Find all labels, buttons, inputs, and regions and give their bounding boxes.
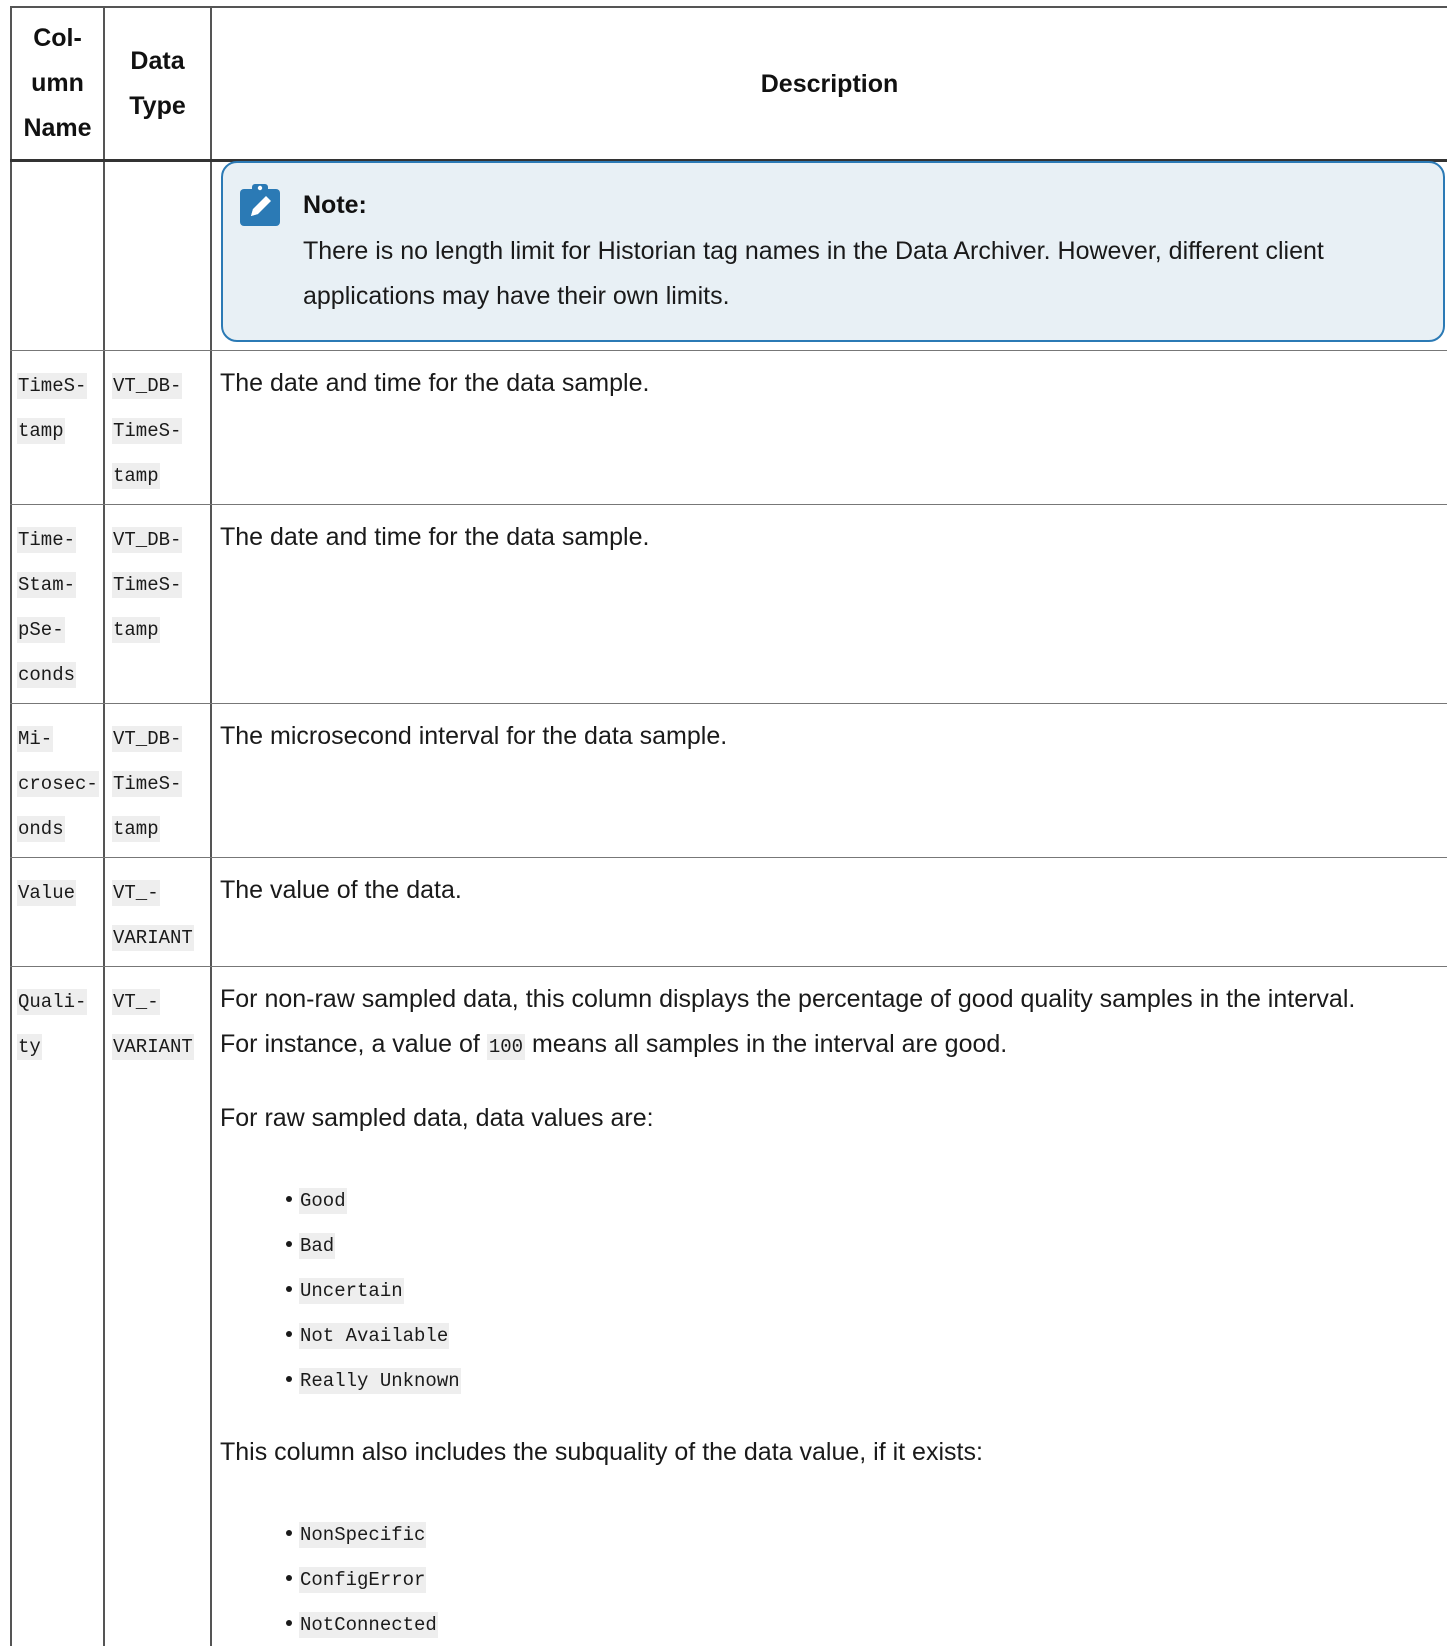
data-type-text: TimeS- [112, 771, 183, 797]
note-callout: Note: There is no length limit for Histo… [221, 161, 1445, 342]
data-type-cell: VT_- VARIANT [112, 980, 194, 1070]
data-type-text: tamp [112, 463, 160, 489]
header-text-line: Name [23, 114, 92, 142]
column-name-text: onds [17, 816, 65, 842]
list-item: ConfigError [220, 1558, 1445, 1603]
list-item: Good [220, 1179, 1445, 1224]
raw-values-intro: For raw sampled data, data values are: [220, 1104, 654, 1132]
row-divider [10, 703, 1447, 704]
data-type-text: TimeS- [112, 418, 183, 444]
data-type-text: VT_- [112, 989, 160, 1015]
column-name-cell: Time- Stam- pSe- conds [17, 518, 77, 698]
document-page: Col- umn Name Data Type Description Note… [0, 0, 1447, 1646]
description-text: The date and time for the data sample. [220, 369, 650, 397]
list-item: Bad [220, 1224, 1445, 1269]
note-title: Note: [303, 191, 367, 219]
column-name-text: Quali- [17, 989, 88, 1015]
column-name-text: ty [17, 1034, 42, 1060]
header-text-line: Description [760, 70, 899, 98]
list-item: NotConnected [220, 1603, 1445, 1646]
column-name-text: Time- [17, 527, 77, 553]
data-type-text: tamp [112, 816, 160, 842]
data-type-cell: VT_- VARIANT [112, 871, 194, 961]
table-border-top [10, 6, 1447, 8]
row-divider [10, 966, 1447, 967]
description-cell: The microsecond interval for the data sa… [220, 714, 1440, 759]
description-text: For instance, a value of 100 means all s… [220, 1022, 1445, 1070]
description-cell: The date and time for the data sample. [220, 515, 1440, 560]
list-item-text: NotConnected [299, 1612, 438, 1638]
list-item-text: Bad [299, 1233, 336, 1259]
description-cell: The date and time for the data sample. [220, 361, 1440, 406]
header-data-type: Data Type [105, 39, 210, 129]
table-divider-col2 [210, 7, 212, 1646]
header-column-name: Col- umn Name [12, 16, 103, 151]
table-divider-col1 [103, 7, 105, 1646]
description-text: The microsecond interval for the data sa… [220, 722, 728, 750]
list-item: NonSpecific [220, 1513, 1445, 1558]
data-type-text: VT_DB- [112, 373, 183, 399]
column-name-cell: Quali- ty [17, 980, 88, 1070]
raw-values-list: Good Bad Uncertain Not Available Really … [220, 1179, 1445, 1404]
list-item-text: ConfigError [299, 1567, 427, 1593]
list-item: Not Available [220, 1314, 1445, 1359]
data-type-text: VT_- [112, 880, 160, 906]
column-name-text: tamp [17, 418, 65, 444]
data-type-cell: VT_DB- TimeS- tamp [112, 364, 183, 499]
data-type-text: VT_DB- [112, 527, 183, 553]
column-name-text: conds [17, 662, 77, 688]
description-text-part: For instance, a value of [220, 1030, 487, 1058]
subquality-list: NonSpecific ConfigError NotConnected [220, 1513, 1445, 1646]
description-cell: The value of the data. [220, 868, 1440, 913]
column-name-cell: Mi- crosec- onds [17, 717, 99, 852]
data-type-text: VARIANT [112, 1034, 194, 1060]
description-text: The date and time for the data sample. [220, 523, 650, 551]
column-name-text: Stam- [17, 572, 77, 598]
data-type-text: tamp [112, 617, 160, 643]
description-cell: For non-raw sampled data, this column di… [220, 977, 1445, 1646]
row-divider [10, 350, 1447, 351]
row-divider [10, 857, 1447, 858]
subquality-intro: This column also includes the subquality… [220, 1438, 983, 1466]
list-item: Really Unknown [220, 1359, 1445, 1404]
data-type-cell: VT_DB- TimeS- tamp [112, 518, 183, 653]
header-text-line: Data [130, 47, 185, 75]
data-type-text: VARIANT [112, 925, 194, 951]
data-type-cell: VT_DB- TimeS- tamp [112, 717, 183, 852]
list-item: Uncertain [220, 1269, 1445, 1314]
column-name-text: pSe- [17, 617, 65, 643]
column-name-text: Value [17, 880, 77, 906]
column-name-text: crosec- [17, 771, 99, 797]
header-text-line: umn [31, 69, 84, 97]
list-item-text: Really Unknown [299, 1368, 461, 1394]
data-type-text: VT_DB- [112, 726, 183, 752]
row-divider [10, 504, 1447, 505]
description-text-part: means all samples in the interval are go… [525, 1030, 1008, 1058]
data-type-text: TimeS- [112, 572, 183, 598]
note-pencil-icon [240, 184, 280, 226]
header-description: Description [212, 62, 1447, 107]
column-name-text: TimeS- [17, 373, 88, 399]
column-name-text: Mi- [17, 726, 54, 752]
column-name-cell: Value [17, 871, 77, 916]
header-text-line: Col- [33, 24, 82, 52]
table-border-left [10, 7, 12, 1646]
list-item-text: Not Available [299, 1323, 450, 1349]
description-text: For non-raw sampled data, this column di… [220, 985, 1356, 1013]
description-text: The value of the data. [220, 876, 462, 904]
list-item-text: NonSpecific [299, 1522, 427, 1548]
header-text-line: Type [129, 92, 186, 120]
inline-code: 100 [486, 1034, 526, 1060]
list-item-text: Good [299, 1188, 347, 1214]
list-item-text: Uncertain [299, 1278, 404, 1304]
column-name-cell: TimeS- tamp [17, 364, 88, 454]
note-text: There is no length limit for Historian t… [303, 237, 1324, 310]
